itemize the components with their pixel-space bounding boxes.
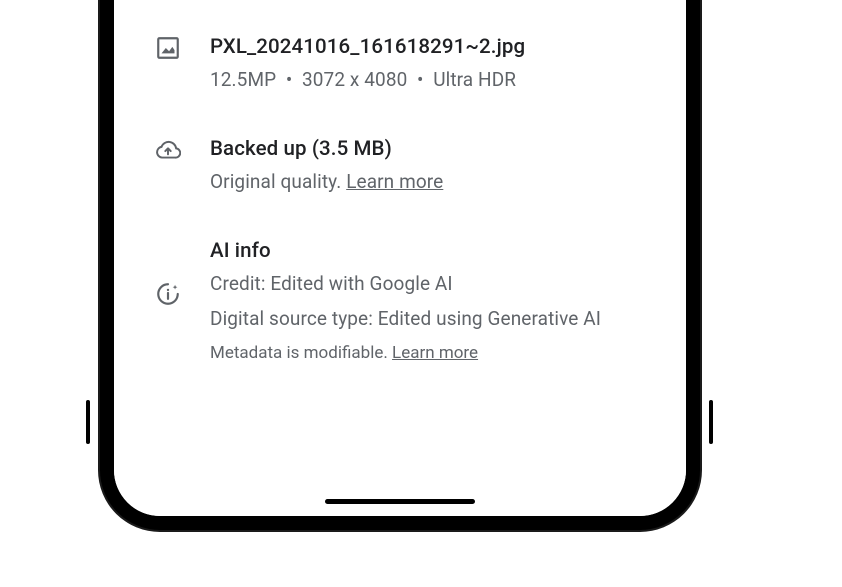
filename: PXL_20241016_161618291~2.jpg [210, 34, 656, 62]
file-info-text: PXL_20241016_161618291~2.jpg 12.5MP • 30… [210, 34, 656, 94]
photo-info-panel: PXL_20241016_161618291~2.jpg 12.5MP • 30… [114, 34, 686, 409]
cloud-upload-icon [154, 136, 182, 164]
ai-info-text: AI info Credit: Edited with Google AI Di… [210, 238, 656, 366]
backup-title: Backed up (3.5 MB) [210, 136, 656, 164]
ai-learn-more-link[interactable]: Learn more [392, 343, 478, 363]
phone-screen: PXL_20241016_161618291~2.jpg 12.5MP • 30… [114, 0, 686, 516]
ai-info-icon [154, 280, 182, 308]
ai-credit: Credit: Edited with Google AI [210, 270, 656, 299]
ai-metadata-note: Metadata is modifiable. Learn more [210, 341, 656, 367]
file-format: Ultra HDR [433, 68, 516, 91]
backup-subtitle: Original quality. Learn more [210, 168, 656, 197]
ai-source-type: Digital source type: Edited using Genera… [210, 305, 656, 334]
phone-side-button-left [86, 400, 90, 444]
image-icon [154, 34, 182, 62]
ai-info-row: AI info Credit: Edited with Google AI Di… [154, 238, 656, 366]
ai-info-title: AI info [210, 238, 656, 266]
backup-info-text: Backed up (3.5 MB) Original quality. Lea… [210, 136, 656, 196]
backup-info-row: Backed up (3.5 MB) Original quality. Lea… [154, 136, 656, 196]
home-indicator[interactable] [325, 499, 475, 504]
backup-learn-more-link[interactable]: Learn more [346, 170, 443, 193]
file-details: 12.5MP • 3072 x 4080 • Ultra HDR [210, 66, 656, 95]
separator: • [412, 68, 428, 91]
file-megapixels: 12.5MP [210, 68, 276, 91]
file-dimensions: 3072 x 4080 [302, 68, 407, 91]
separator: • [281, 68, 302, 91]
file-info-row: PXL_20241016_161618291~2.jpg 12.5MP • 30… [154, 34, 656, 94]
metadata-note-text: Metadata is modifiable. [210, 343, 388, 363]
phone-frame: PXL_20241016_161618291~2.jpg 12.5MP • 30… [100, 0, 700, 530]
backup-quality: Original quality. [210, 170, 341, 193]
phone-side-button-right [709, 400, 713, 444]
